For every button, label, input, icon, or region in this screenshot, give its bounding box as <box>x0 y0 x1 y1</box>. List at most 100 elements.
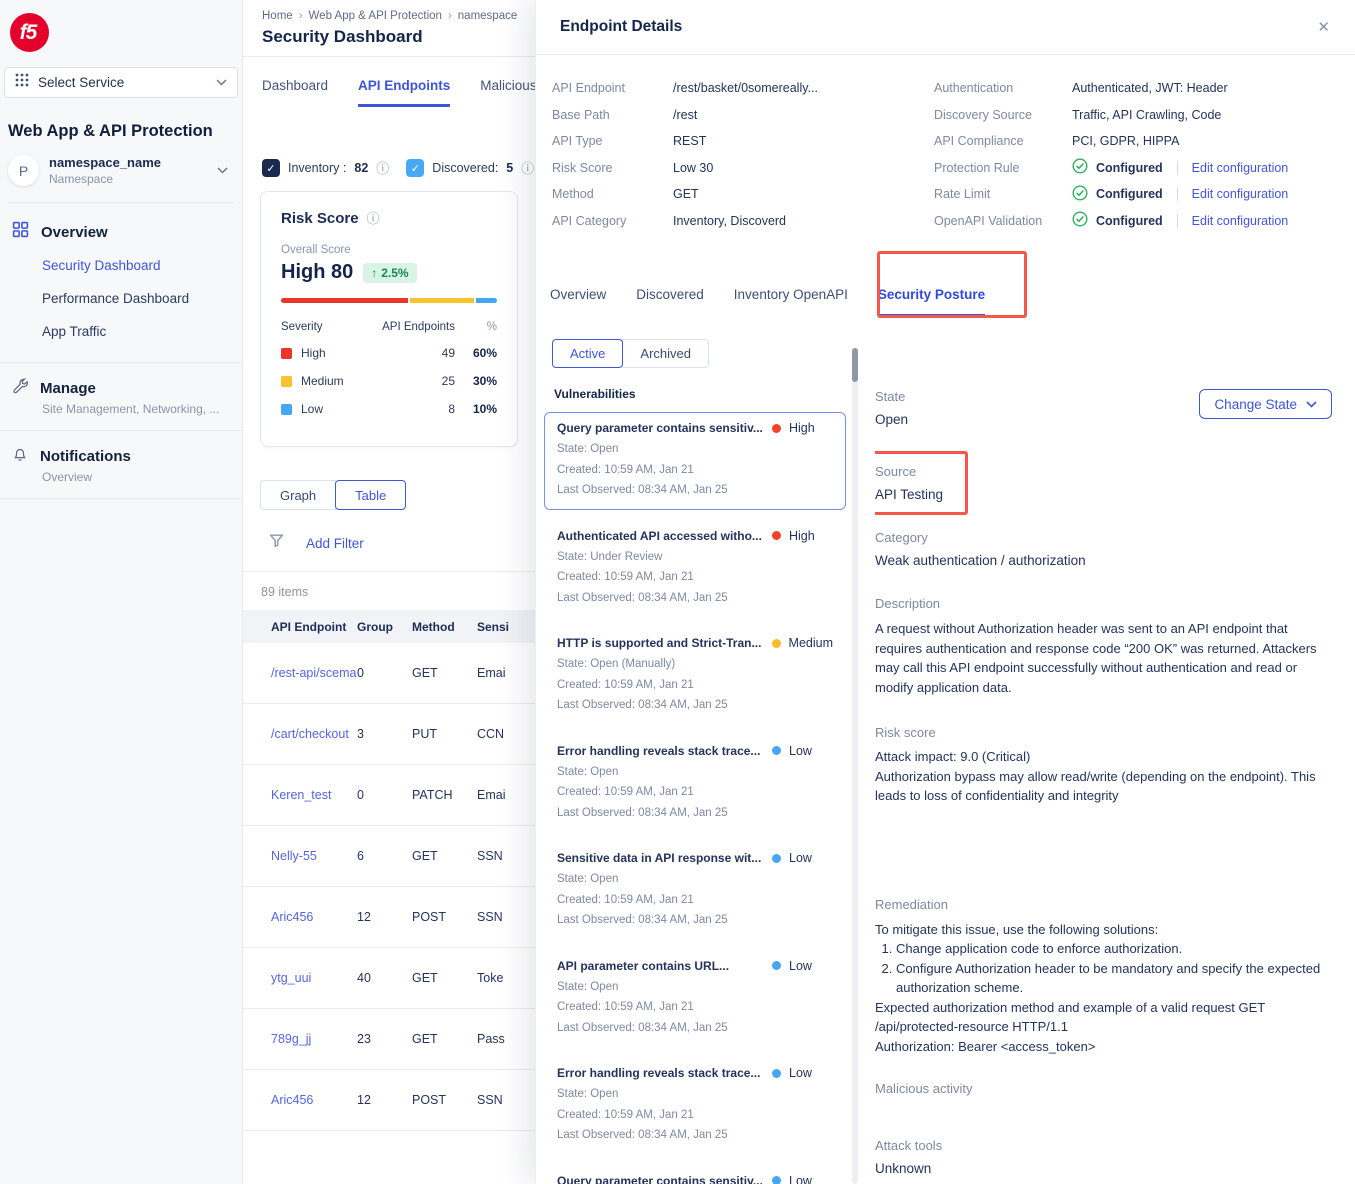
inventory-count: 82 <box>354 161 368 175</box>
discovered-count: 5 <box>506 161 513 175</box>
info-icon[interactable]: ⓘ <box>376 162 389 175</box>
vulnerability-card[interactable]: Authenticated API accessed witho...High … <box>544 520 846 618</box>
attack-tools-label: Attack tools <box>875 1138 1335 1153</box>
severity-dot <box>772 1069 781 1078</box>
risk-score-card: Risk Score ⓘ Overall Score High 80 ↑ 2.5… <box>260 191 518 447</box>
filter-inventory: ✓ Inventory : 82 ⓘ <box>262 159 389 177</box>
tab-malicious-users[interactable]: Malicious Users <box>480 78 535 107</box>
header-api-endpoint[interactable]: API Endpoint <box>243 620 357 634</box>
vulnerability-card[interactable]: Sensitive data in API response wit...Low… <box>544 842 846 940</box>
close-icon[interactable]: ✕ <box>1317 18 1330 36</box>
severity-row-high: High 49 60% <box>281 339 497 367</box>
header-method[interactable]: Method <box>412 620 477 634</box>
graph-view-button[interactable]: Graph <box>260 480 336 510</box>
header-group[interactable]: Group <box>357 620 412 634</box>
sidebar-item-performance-dashboard[interactable]: Performance Dashboard <box>0 282 242 315</box>
page-title: Security Dashboard <box>262 27 535 47</box>
apps-grid-icon <box>15 73 29 92</box>
table-row: Nelly-55 6 GET SSN <box>243 826 535 887</box>
endpoint-link[interactable]: /cart/checkout <box>271 727 349 741</box>
tab-overview[interactable]: Overview <box>550 287 606 317</box>
endpoint-link[interactable]: /rest-api/scema <box>271 666 356 680</box>
manage-sublabel: Site Management, Networking, ... <box>0 399 242 416</box>
header-sensitive[interactable]: Sensi <box>477 620 535 634</box>
breadcrumb-namespace[interactable]: namespace <box>458 10 523 22</box>
category-section: Category Weak authentication / authoriza… <box>875 530 1335 568</box>
add-filter-button[interactable]: Add Filter <box>306 536 364 551</box>
info-icon[interactable]: ⓘ <box>367 212 380 225</box>
risk-detail-line: Authorization bypass may allow read/writ… <box>875 767 1335 806</box>
tab-inventory-openapi[interactable]: Inventory OpenAPI <box>734 287 848 317</box>
endpoint-link[interactable]: ytg_uui <box>271 971 311 985</box>
vulnerability-card[interactable]: HTTP is supported and Strict-Tran...Medi… <box>544 627 846 725</box>
severity-row-low: Low 8 10% <box>281 395 497 423</box>
severity-dot <box>772 854 781 863</box>
remediation-intro: To mitigate this issue, use the followin… <box>875 920 1335 940</box>
tab-security-posture[interactable]: Security Posture <box>878 287 985 317</box>
endpoint-link[interactable]: Aric456 <box>271 1093 313 1107</box>
risk-score-label: Risk score <box>875 725 1335 740</box>
table-row: Aric456 12 POST SSN <box>243 1070 535 1131</box>
tab-discovered[interactable]: Discovered <box>636 287 704 317</box>
sidebar-section-notifications[interactable]: Notifications Overview <box>0 430 242 498</box>
notifications-sublabel: Overview <box>0 467 242 484</box>
sidebar-section-overview[interactable]: Overview <box>0 203 242 243</box>
product-title: Web App & API Protection <box>8 122 242 141</box>
select-service-dropdown[interactable]: Select Service <box>4 67 238 98</box>
table-view-button[interactable]: Table <box>335 480 406 510</box>
source-label: Source <box>875 464 943 479</box>
active-tab-button[interactable]: Active <box>552 339 623 368</box>
items-count: 89 items <box>243 572 535 610</box>
severity-dot <box>772 961 781 970</box>
breadcrumb-waap[interactable]: Web App & API Protection <box>309 10 452 22</box>
filter-discovered: ✓ Discovered: 5 ⓘ <box>406 159 534 177</box>
change-state-button[interactable]: Change State <box>1199 389 1332 419</box>
graph-table-toggle: Graph Table <box>260 480 535 510</box>
edit-configuration-link[interactable]: Edit configuration <box>1192 161 1289 175</box>
tab-api-endpoints[interactable]: API Endpoints <box>358 78 450 107</box>
namespace-selector[interactable]: P namespace_name Namespace <box>8 155 234 203</box>
f5-logo: f5 <box>10 13 49 52</box>
edit-configuration-link[interactable]: Edit configuration <box>1192 187 1289 201</box>
sidebar-section-manage[interactable]: Manage Site Management, Networking, ... <box>0 362 242 430</box>
sidebar-item-app-traffic[interactable]: App Traffic <box>0 315 242 348</box>
endpoint-filters: ✓ Inventory : 82 ⓘ ✓ Discovered: 5 ⓘ ✓ <box>243 159 535 177</box>
archived-tab-button[interactable]: Archived <box>622 339 709 368</box>
risk-score-section: Risk score Attack impact: 9.0 (Critical)… <box>875 725 1335 806</box>
table-header-row: API Endpoint Group Method Sensi <box>243 610 535 643</box>
discovered-checkbox[interactable]: ✓ <box>406 159 424 177</box>
arrow-up-icon: ↑ <box>371 266 377 280</box>
endpoint-link[interactable]: Aric456 <box>271 910 313 924</box>
vulnerability-card[interactable]: Query parameter contains sensitiv...Low … <box>544 1165 846 1184</box>
risk-score-value: Low 30 <box>673 161 713 175</box>
chevron-down-icon <box>217 167 228 174</box>
edit-configuration-link[interactable]: Edit configuration <box>1192 214 1289 228</box>
active-archived-toggle: Active Archived <box>552 339 1355 368</box>
vulnerability-card[interactable]: Error handling reveals stack trace...Low… <box>544 735 846 833</box>
endpoint-link[interactable]: 789g_jj <box>271 1032 311 1046</box>
info-icon[interactable]: ⓘ <box>521 162 534 175</box>
inventory-checkbox[interactable]: ✓ <box>262 159 280 177</box>
vulnerability-card[interactable]: Query parameter contains sensitiv...High… <box>544 412 846 510</box>
severity-table: Severity API Endpoints % High 49 60% Med… <box>281 317 497 423</box>
tab-dashboard[interactable]: Dashboard <box>262 78 328 107</box>
check-circle-icon <box>1072 211 1088 230</box>
vulnerability-card[interactable]: Error handling reveals stack trace...Low… <box>544 1057 846 1155</box>
base-path-value: /rest <box>673 108 697 122</box>
page-header: Home Web App & API Protection namespace … <box>243 0 535 57</box>
endpoint-link[interactable]: Keren_test <box>271 788 331 802</box>
risk-impact-line: Attack impact: 9.0 (Critical) <box>875 747 1335 767</box>
overview-label: Overview <box>41 224 108 241</box>
bar-segment-low <box>476 298 497 303</box>
low-swatch <box>281 404 292 415</box>
authentication-value: Authenticated, JWT: Header <box>1072 81 1228 95</box>
breadcrumb-home[interactable]: Home <box>262 10 303 22</box>
notifications-label: Notifications <box>40 448 131 465</box>
configured-status: Configured <box>1096 187 1163 201</box>
endpoint-link[interactable]: Nelly-55 <box>271 849 317 863</box>
sidebar-item-security-dashboard[interactable]: Security Dashboard <box>0 249 242 282</box>
vulnerability-list-scrollbar-thumb[interactable] <box>852 348 858 382</box>
severity-dot <box>772 424 781 433</box>
vulnerability-card[interactable]: API parameter contains URL...Low State: … <box>544 950 846 1048</box>
vulnerability-list-scrollbar-track[interactable] <box>852 348 858 1184</box>
